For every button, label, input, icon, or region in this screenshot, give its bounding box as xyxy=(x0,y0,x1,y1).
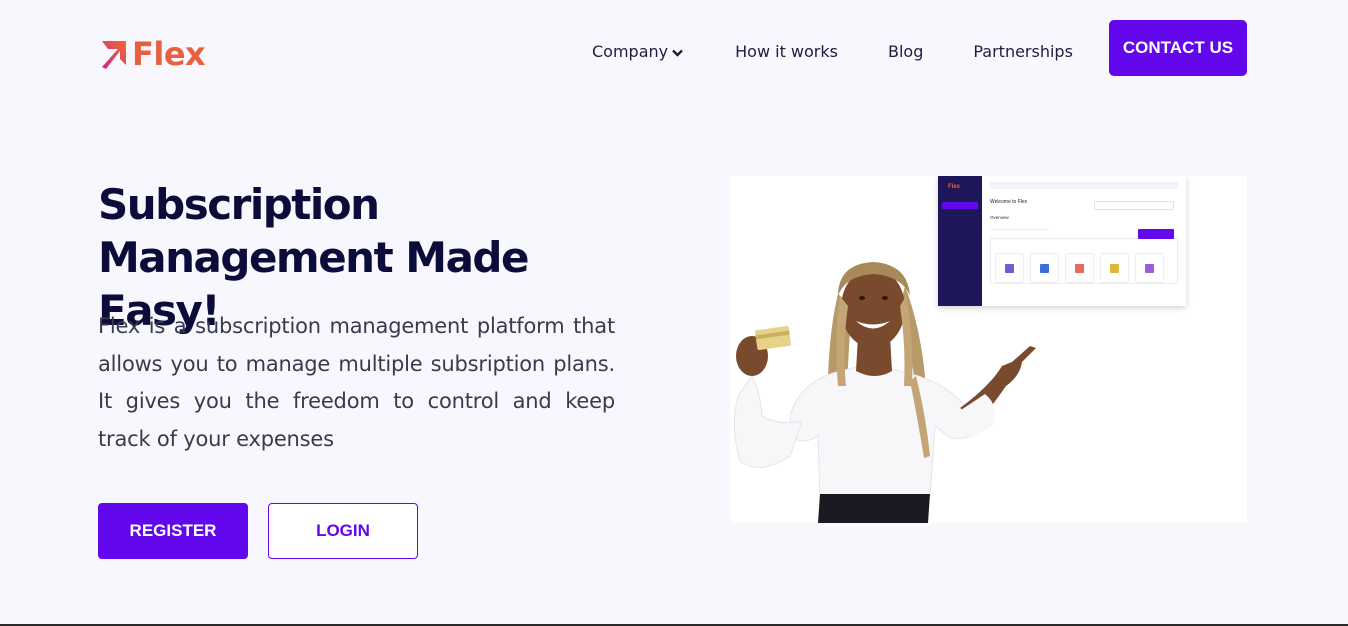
login-button[interactable]: LOGIN xyxy=(268,503,418,559)
main-nav: Company How it works Blog Partnerships xyxy=(592,40,1073,62)
brand-logo[interactable]: Flex xyxy=(98,35,206,73)
nav-partnerships[interactable]: Partnerships xyxy=(973,42,1073,61)
nav-company-label: Company xyxy=(592,41,669,61)
register-button[interactable]: REGISTER xyxy=(98,503,248,559)
hero-image: Flex Welcome to Flex Overview xyxy=(730,176,1247,523)
hero-description: Flex is a subscription management platfo… xyxy=(98,314,615,451)
nav-how-it-works[interactable]: How it works xyxy=(735,42,838,61)
nav-blog[interactable]: Blog xyxy=(888,42,923,61)
nav-company[interactable]: Company xyxy=(592,42,683,61)
contact-us-button[interactable]: CONTACT US xyxy=(1109,20,1247,76)
logo-text: Flex xyxy=(132,35,206,73)
chevron-down-icon xyxy=(672,42,683,61)
woman-holding-card-illustration xyxy=(733,262,1036,523)
flex-logo-icon xyxy=(98,37,130,71)
